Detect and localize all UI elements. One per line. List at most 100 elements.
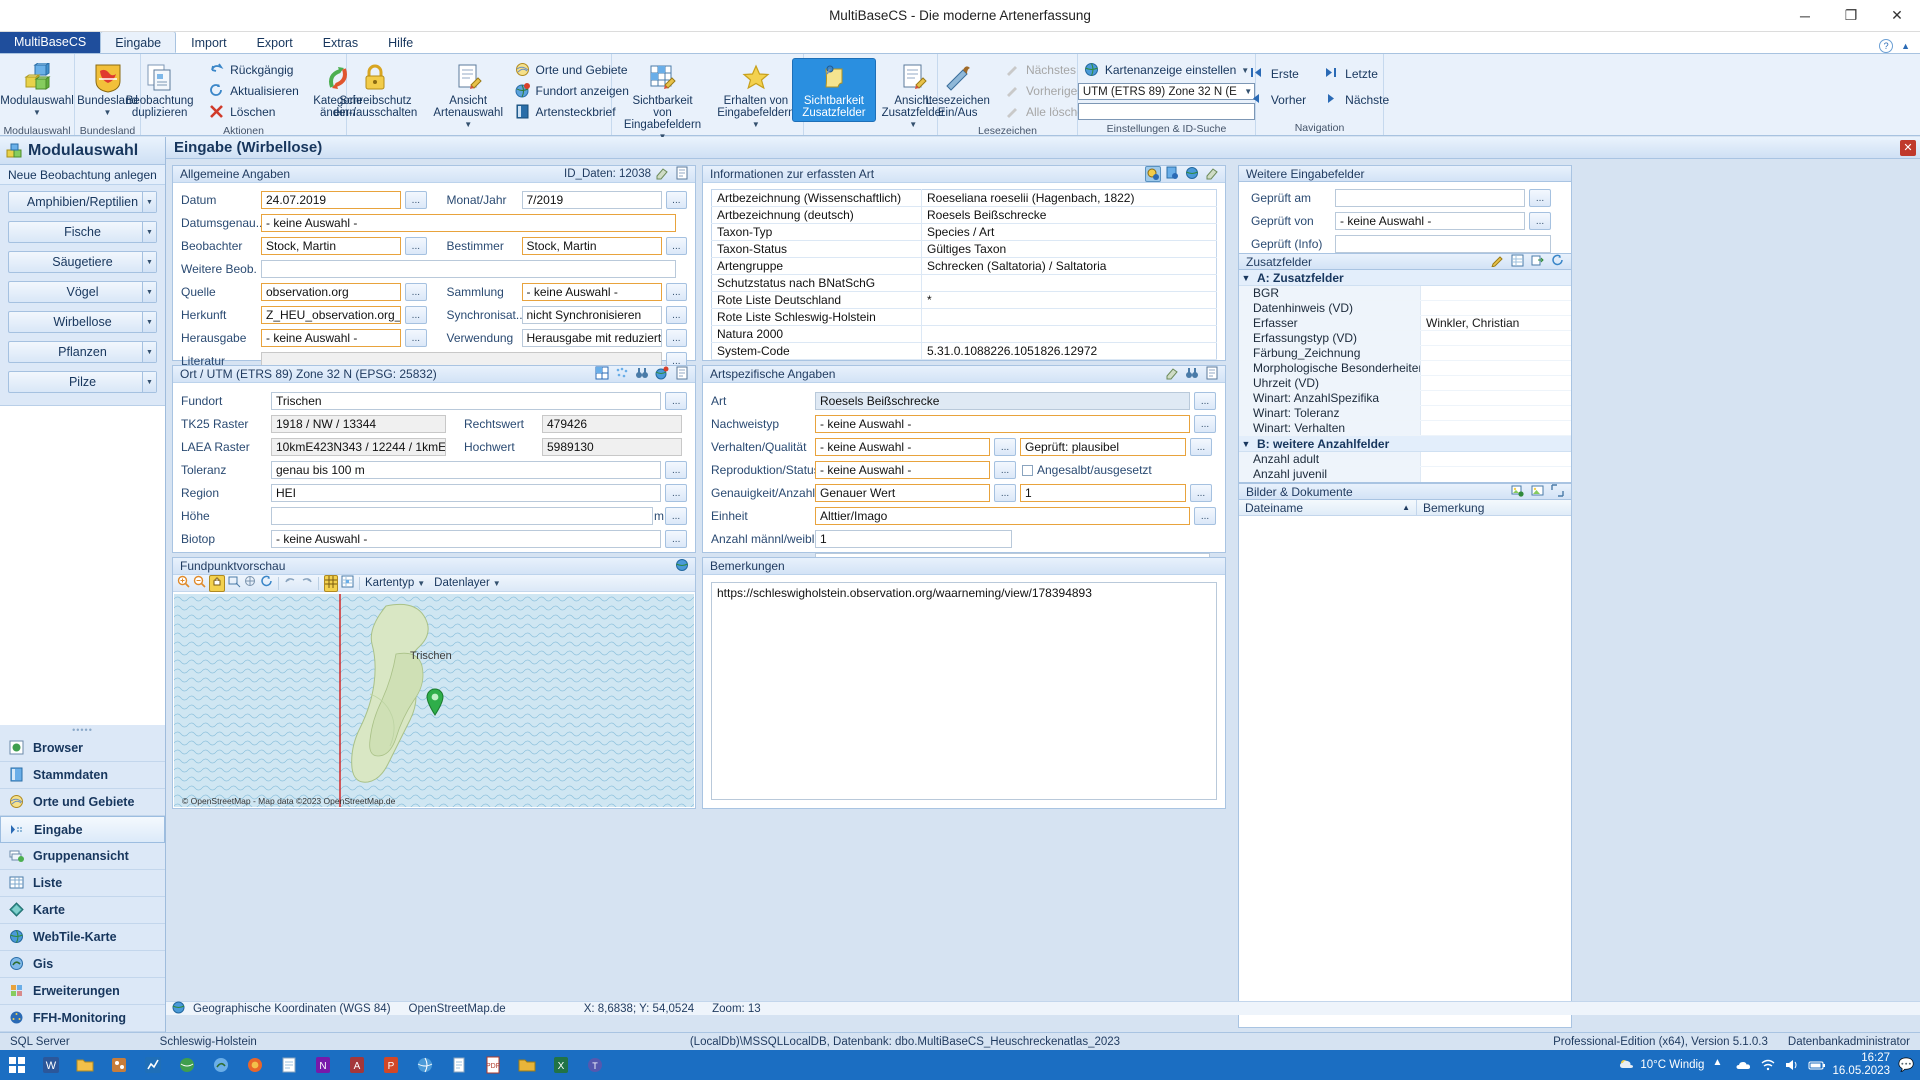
close-page-icon[interactable]: ✕ — [1900, 139, 1916, 156]
pan-hand-icon[interactable] — [209, 574, 225, 592]
button-kartenanzeige-einstellen[interactable]: Kartenanzeige einstellen ▼ — [1078, 60, 1255, 80]
zusatzfelder-group-a[interactable]: ▼ A: Zusatzfelder — [1239, 270, 1571, 286]
region-picker-button[interactable]: ... — [665, 484, 687, 502]
chevron-down-icon[interactable]: ▼ — [142, 372, 156, 392]
crs-dropdown[interactable]: UTM (ETRS 89) Zone 32 N (E ▼ — [1077, 83, 1256, 100]
sidebar-item-ffh-monitoring[interactable]: FFH-Monitoring — [0, 1005, 165, 1032]
id-search-input[interactable] — [1077, 103, 1256, 120]
input-weitere-beob[interactable] — [261, 260, 676, 278]
input-geprueft-plausibel[interactable]: Geprüft: plausibel — [1020, 438, 1186, 456]
gis-app-icon[interactable] — [170, 1050, 204, 1080]
chevron-down-icon[interactable]: ▼ — [493, 579, 501, 588]
list-icon[interactable] — [675, 166, 691, 182]
notifications-icon[interactable]: 💬 — [1898, 1057, 1914, 1073]
minimize-button[interactable]: ─ — [1782, 0, 1828, 32]
table-row[interactable]: Färbung_Zeichnung — [1239, 346, 1571, 361]
binoculars-icon[interactable] — [1185, 366, 1201, 382]
table-row[interactable]: Winart: Verhalten — [1239, 421, 1571, 436]
genauigkeit-picker-button[interactable]: ... — [994, 484, 1016, 502]
beobachter-picker-button[interactable]: ... — [405, 237, 427, 255]
table-row[interactable]: Anzahl juvenil — [1239, 467, 1571, 482]
chevron-down-icon[interactable]: ▼ — [464, 119, 472, 131]
zoom-extent-icon[interactable] — [244, 575, 257, 591]
button-lesezeichen-ein-aus[interactable]: Lesezeichen Ein/Aus — [918, 58, 997, 122]
input-datum[interactable]: 24.07.2019 — [261, 191, 402, 209]
refresh-icon[interactable] — [1551, 254, 1567, 270]
module-pilze[interactable]: Pilze ▼ — [8, 371, 157, 393]
grid-toggle-icon[interactable] — [324, 574, 338, 592]
geprueft-am-picker-button[interactable]: ... — [1529, 189, 1551, 207]
maximize-button[interactable]: ❐ — [1828, 0, 1874, 32]
chevron-down-icon[interactable]: ▼ — [417, 579, 425, 588]
input-herkunft[interactable]: Z_HEU_observation.org_2020 — [261, 306, 402, 324]
tab-multibasecs[interactable]: MultiBaseCS — [0, 31, 101, 53]
biotop-picker-button[interactable]: ... — [665, 530, 687, 548]
input-verhalten-qualitaet[interactable]: - keine Auswahl - — [815, 438, 990, 456]
zusatzfelder-group-b[interactable]: ▼ B: weitere Anzahlfelder — [1239, 436, 1571, 452]
chevron-down-icon[interactable]: ▼ — [104, 107, 112, 119]
tray-chevron-icon[interactable]: ▲ — [1712, 1057, 1728, 1073]
layer-toggle-icon[interactable] — [341, 575, 354, 591]
input-herausgabe[interactable]: - keine Auswahl - — [261, 329, 402, 347]
verwendung-picker-button[interactable]: ... — [665, 329, 687, 347]
input-beobachter[interactable]: Stock, Martin — [261, 237, 402, 255]
button-rueckgaengig[interactable]: Rückgängig — [203, 60, 305, 80]
chevron-down-icon[interactable]: ▼ — [752, 119, 760, 131]
toleranz-picker-button[interactable]: ... — [665, 461, 687, 479]
globe-icon[interactable] — [675, 558, 691, 574]
start-button-icon[interactable] — [0, 1050, 34, 1080]
input-genauigkeit[interactable]: Genauer Wert — [815, 484, 990, 502]
button-erhalten-eingabefelder[interactable]: Erhalten von Eingabefeldern ▼ — [712, 58, 800, 134]
table-row[interactable]: Uhrzeit (VD) — [1239, 376, 1571, 391]
zoom-in-icon[interactable] — [177, 575, 190, 591]
input-einheit[interactable]: Alttier/Imago — [815, 507, 1190, 525]
tab-import[interactable]: Import — [176, 31, 241, 53]
undo-map-icon[interactable] — [284, 575, 297, 591]
einheit-picker-button[interactable]: ... — [1194, 507, 1216, 525]
input-hoehe[interactable] — [271, 507, 653, 525]
explorer-icon[interactable] — [68, 1050, 102, 1080]
button-vorher[interactable]: Vorher — [1244, 90, 1312, 110]
multibasecs-icon[interactable] — [102, 1050, 136, 1080]
tab-extras[interactable]: Extras — [308, 31, 373, 53]
powerpoint-icon[interactable]: P — [374, 1050, 408, 1080]
ribbon-collapse-icon[interactable]: ▲ — [1901, 41, 1910, 51]
chevron-down-icon[interactable]: ▼ — [142, 252, 156, 272]
redo-map-icon[interactable] — [300, 575, 313, 591]
notepad-icon[interactable] — [272, 1050, 306, 1080]
table-row[interactable]: Erfassungstyp (VD) — [1239, 331, 1571, 346]
column-bemerkung[interactable]: Bemerkung — [1417, 500, 1571, 515]
word-icon[interactable]: W — [34, 1050, 68, 1080]
button-ansicht-artenauswahl[interactable]: Ansicht Artenauswahl ▼ — [430, 58, 507, 134]
module-saeugetiere[interactable]: Säugetiere ▼ — [8, 251, 157, 273]
input-datumsgenauigkeit[interactable]: - keine Auswahl - — [261, 214, 676, 232]
tab-hilfe[interactable]: Hilfe — [373, 31, 428, 53]
hoehe-picker-button[interactable]: ... — [665, 507, 687, 525]
button-schreibschutz[interactable]: Schreibschutz ein-/ausschalten — [323, 58, 428, 122]
eraser-icon[interactable] — [655, 166, 671, 182]
verhalten-picker-button[interactable]: ... — [994, 438, 1016, 456]
input-toleranz[interactable]: genau bis 100 m — [271, 461, 662, 479]
view-image-icon[interactable] — [1531, 484, 1547, 500]
globe-icon[interactable] — [1185, 166, 1201, 182]
battery-icon[interactable] — [1808, 1057, 1826, 1073]
refresh-map-icon[interactable] — [260, 575, 273, 591]
kartentyp-dropdown[interactable]: Kartentyp ▼ — [365, 577, 425, 589]
quelle-picker-button[interactable]: ... — [405, 283, 427, 301]
button-aktualisieren[interactable]: Aktualisieren — [203, 81, 305, 101]
weather-widget[interactable]: 10°C Windig — [1619, 1057, 1704, 1073]
add-image-icon[interactable] — [1511, 484, 1527, 500]
sidebar-item-erweiterungen[interactable]: Erweiterungen — [0, 978, 165, 1005]
anzahl-picker-button[interactable]: ... — [1190, 484, 1212, 502]
sidebar-item-orte-und-gebiete[interactable]: Orte und Gebiete — [0, 789, 165, 816]
sidebar-item-webtile-karte[interactable]: WebTile-Karte — [0, 924, 165, 951]
chevron-down-icon[interactable]: ▼ — [33, 107, 41, 119]
close-button[interactable]: ✕ — [1874, 0, 1920, 32]
map-canvas[interactable]: Trischen © OpenStreetMap - Map data ©202… — [174, 594, 694, 807]
module-amphibien-reptilien[interactable]: Amphibien/Reptilien ▼ — [8, 191, 157, 213]
button-sichtbarkeit-zusatzfelder[interactable]: Sichtbarkeit Zusatzfelder — [792, 58, 876, 122]
table-row[interactable]: Anzahl adult — [1239, 452, 1571, 467]
species-search-icon[interactable] — [1145, 166, 1161, 182]
module-pflanzen[interactable]: Pflanzen ▼ — [8, 341, 157, 363]
onenote-icon[interactable]: N — [306, 1050, 340, 1080]
